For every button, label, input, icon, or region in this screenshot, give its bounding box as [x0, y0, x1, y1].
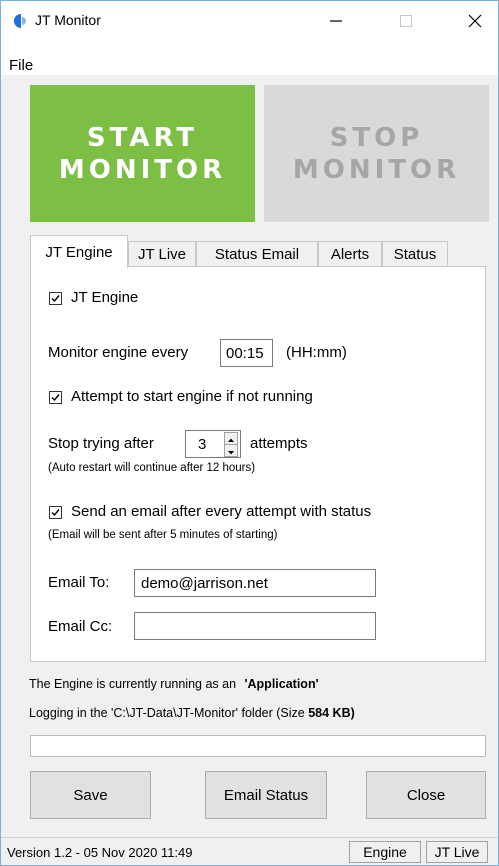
logging-prefix: Logging in the 'C:\JT-Data\JT-Monitor' f… [29, 706, 305, 720]
tab-jt-engine[interactable]: JT Engine [30, 235, 128, 268]
start-label-line1: START [86, 122, 199, 153]
send-email-label: Send an email after every attempt with s… [71, 503, 372, 520]
tab-jt-live[interactable]: JT Live [128, 241, 196, 267]
tab-alerts[interactable]: Alerts [318, 241, 382, 267]
engine-status-panel: Engine [349, 841, 421, 863]
checkmark-icon [51, 394, 60, 402]
email-cc-label: Email Cc: [48, 618, 113, 635]
tab-status[interactable]: Status [382, 241, 448, 267]
maximize-button[interactable] [383, 1, 429, 41]
minimize-button[interactable] [313, 1, 359, 41]
attempt-start-label: Attempt to start engine if not running [71, 388, 313, 405]
email-to-input[interactable]: demo@jarrison.net [134, 569, 376, 597]
window-title: JT Monitor [35, 12, 101, 28]
close-icon [468, 14, 482, 28]
logging-info: Logging in the 'C:\JT-Data\JT-Monitor' f… [29, 706, 355, 720]
jt-engine-checkbox[interactable] [49, 292, 62, 305]
close-button[interactable]: Close [366, 771, 486, 819]
jt-engine-checkbox-label: JT Engine [71, 289, 139, 306]
start-monitor-button[interactable]: START MONITOR [30, 85, 255, 222]
close-button-label: Close [406, 786, 446, 804]
attempts-value: 3 [198, 435, 207, 453]
tab-label: Status Email [214, 246, 300, 263]
stop-trying-label: Stop trying after [48, 435, 154, 452]
monitor-interval-value: 00:15 [226, 344, 264, 362]
send-email-checkbox[interactable] [49, 506, 62, 519]
engine-status-label: Engine [363, 844, 407, 860]
menu-file[interactable]: File [9, 57, 33, 74]
minimize-icon [330, 20, 342, 22]
email-status-button-label: Email Status [223, 786, 309, 804]
engine-running-info: The Engine is currently running as an 'A… [29, 677, 319, 691]
progress-bar [30, 735, 486, 757]
attempts-spinner[interactable]: 3 [185, 430, 241, 458]
maximize-icon [400, 15, 412, 27]
monitor-every-label: Monitor engine every [48, 344, 189, 361]
tab-label: JT Live [137, 246, 187, 263]
tab-label: Status [393, 246, 437, 263]
save-button-label: Save [73, 786, 108, 804]
stop-label-line2: MONITOR [292, 154, 461, 185]
app-window: JT Monitor File START MONITOR STOP MONIT… [0, 0, 499, 866]
email-cc-input[interactable] [134, 612, 376, 640]
title-bar: JT Monitor [1, 1, 498, 41]
running-prefix: The Engine is currently running as an [29, 677, 237, 691]
tab-status-email[interactable]: Status Email [196, 241, 318, 267]
stop-label-line1: STOP [329, 122, 424, 153]
close-window-button[interactable] [452, 1, 498, 41]
checkmark-icon [51, 509, 60, 517]
jt-live-status-panel: JT Live [426, 841, 488, 863]
attempt-start-checkbox[interactable] [49, 391, 62, 404]
checkmark-icon [51, 295, 60, 303]
start-label-line2: MONITOR [58, 154, 227, 185]
status-bar: Version 1.2 - 05 Nov 2020 11:49 Engine J… [1, 837, 498, 866]
email-to-value: demo@jarrison.net [141, 574, 268, 592]
monitor-interval-input[interactable]: 00:15 [220, 339, 273, 367]
menu-bar: File [1, 41, 498, 75]
monitor-interval-unit: (HH:mm) [286, 344, 347, 361]
spin-down-button[interactable] [224, 444, 238, 457]
app-icon [14, 14, 26, 28]
jt-live-status-label: JT Live [434, 844, 480, 860]
spin-down-icon [228, 451, 234, 455]
jt-engine-panel: JT Engine Monitor engine every 00:15 (HH… [30, 266, 486, 662]
logging-size: 584 KB) [308, 706, 355, 720]
tab-label: JT Engine [45, 243, 113, 261]
email-to-label: Email To: [48, 574, 110, 591]
attempts-unit: attempts [250, 435, 308, 452]
email-status-button[interactable]: Email Status [205, 771, 327, 819]
version-text: Version 1.2 - 05 Nov 2020 11:49 [7, 845, 193, 860]
running-mode: 'Application' [244, 677, 319, 691]
email-note: (Email will be sent after 5 minutes of s… [48, 529, 278, 541]
save-button[interactable]: Save [30, 771, 151, 819]
tab-label: Alerts [330, 246, 370, 263]
stop-monitor-button[interactable]: STOP MONITOR [264, 85, 489, 222]
auto-restart-note: (Auto restart will continue after 12 hou… [48, 462, 256, 474]
